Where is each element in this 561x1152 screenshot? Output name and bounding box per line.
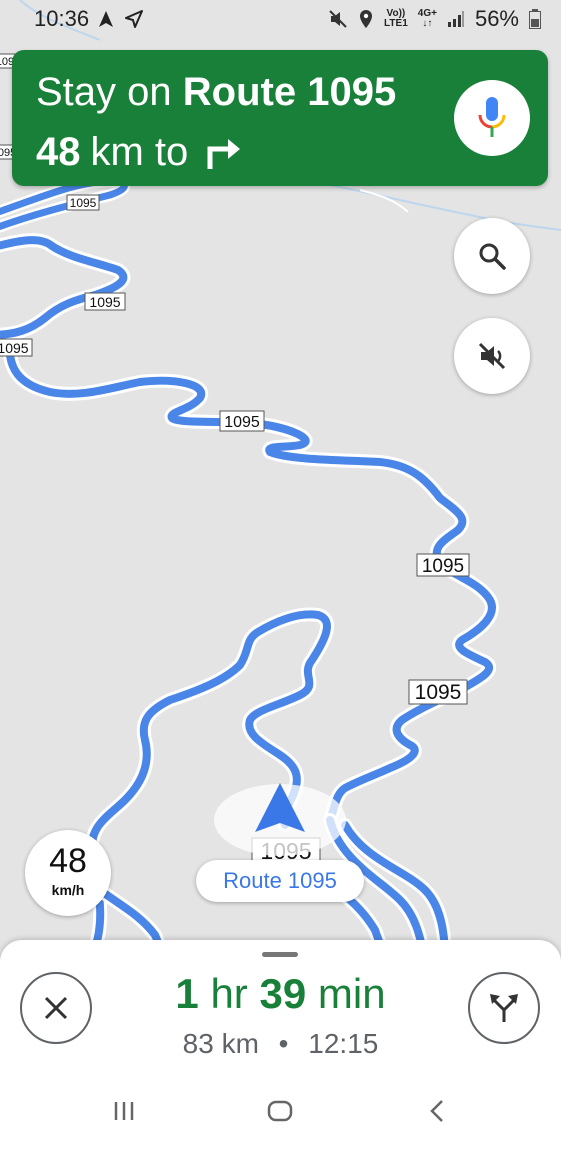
svg-text:1095: 1095 <box>0 340 29 356</box>
volume-off-icon <box>478 342 506 370</box>
battery-icon <box>529 9 541 29</box>
speed-value: 48 <box>49 842 87 880</box>
voice-search-button[interactable] <box>454 80 530 156</box>
location-pin-icon <box>360 10 373 28</box>
fork-route-icon <box>490 994 518 1022</box>
home-button[interactable] <box>266 1097 294 1125</box>
mute-icon <box>329 10 347 28</box>
svg-text:1095: 1095 <box>70 196 97 210</box>
route-shield: 1095 <box>219 410 265 432</box>
svg-text:1095: 1095 <box>224 414 260 431</box>
svg-text:1095: 1095 <box>415 681 462 704</box>
location-send-icon <box>125 10 144 28</box>
recent-apps-button[interactable] <box>110 1097 138 1125</box>
distance-line: 48 km to <box>36 130 242 175</box>
mute-voice-button[interactable] <box>454 318 530 394</box>
route-shield: 1095 <box>416 553 470 577</box>
instruction-line: Stay on Route 1095 <box>36 70 397 114</box>
speed-unit: km/h <box>51 882 85 898</box>
svg-text:1095: 1095 <box>89 294 120 310</box>
sheet-handle[interactable] <box>262 952 298 957</box>
search-icon <box>479 243 506 270</box>
navigation-arrow-icon <box>99 11 114 27</box>
search-button[interactable] <box>454 218 530 294</box>
route-shield: 1095 <box>66 194 100 211</box>
trip-details: 83 km • 12:15 <box>182 1028 379 1059</box>
current-road-label: Route 1095 <box>196 860 364 902</box>
route-shield: 1095 <box>0 338 33 357</box>
volte-indicator: Vo)) LTE1 <box>384 8 408 29</box>
system-navigation-bar <box>0 1085 561 1145</box>
network-indicator: 4G+ ↓↑ <box>417 8 437 29</box>
status-time: 10:36 <box>34 6 90 31</box>
svg-text:1095: 1095 <box>422 556 464 577</box>
status-bar: 10:36 Vo)) LTE1 4G+ ↓↑ 56% <box>0 0 561 38</box>
microphone-icon <box>478 97 506 137</box>
back-button[interactable] <box>424 1097 452 1125</box>
alternate-routes-button[interactable] <box>468 972 540 1044</box>
navigation-banner[interactable]: Stay on Route 1095 48 km to <box>12 50 548 186</box>
speedometer: 48 km/h <box>25 830 111 916</box>
battery-percent: 56% <box>474 6 519 31</box>
route-shield: 1095 <box>84 292 126 311</box>
signal-icon <box>447 11 464 27</box>
turn-right-icon <box>207 138 241 169</box>
route-shield: 1095 <box>408 679 468 705</box>
